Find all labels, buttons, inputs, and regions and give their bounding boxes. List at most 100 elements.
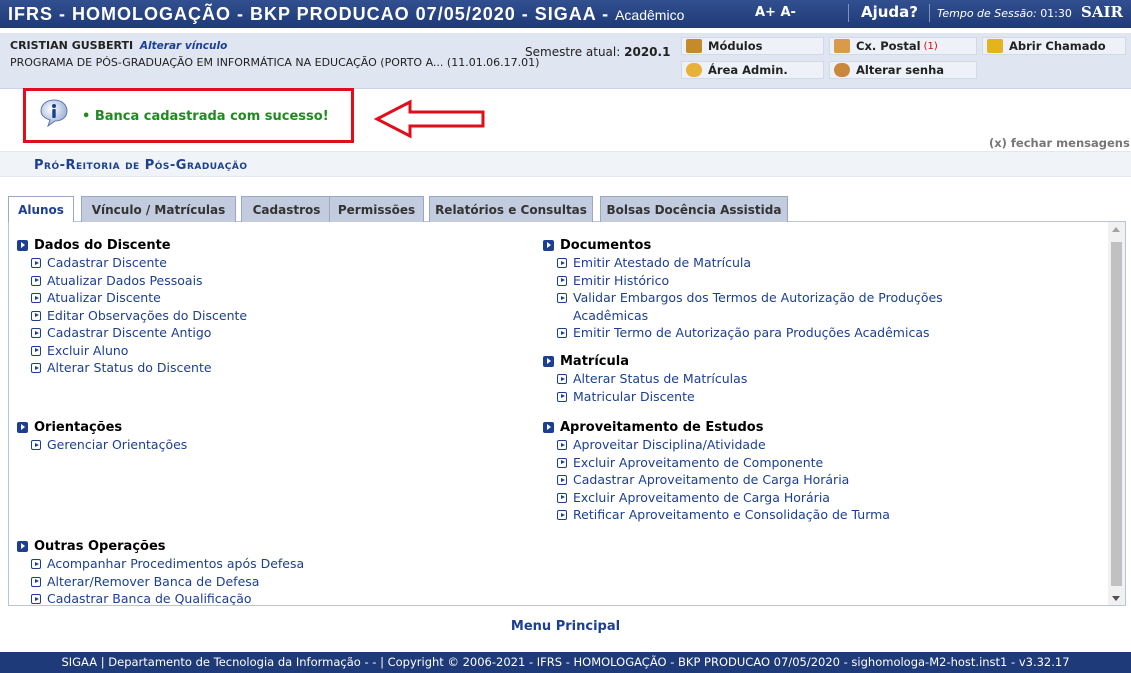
- scroll-down-arrow-icon[interactable]: [1112, 596, 1120, 601]
- menu-item-label: Retificar Aproveitamento e Consolidação …: [573, 507, 890, 522]
- group-aproveitamento-estudos: Aproveitamento de Estudos Aproveitar Dis…: [543, 418, 973, 524]
- arrow-icon: [31, 328, 41, 338]
- menu-item-label: Acompanhar Procedimentos após Defesa: [47, 556, 305, 571]
- session-time: 01:30: [1040, 7, 1072, 20]
- menu-item-label: Gerenciar Orientações: [47, 437, 188, 452]
- menu-item-emitir-historico[interactable]: Emitir Histórico: [543, 272, 973, 290]
- logout-button[interactable]: SAIR: [1081, 3, 1123, 21]
- menu-item-emitir-atestado[interactable]: Emitir Atestado de Matrícula: [543, 254, 973, 272]
- bullet-icon: [17, 540, 28, 552]
- group-orientacoes: Orientações Gerenciar Orientações: [17, 418, 517, 454]
- menu-item-editar-observacoes[interactable]: Editar Observações do Discente: [17, 307, 517, 325]
- menu-item-label: Cadastrar Discente: [47, 255, 167, 270]
- modules-button[interactable]: Módulos: [681, 37, 824, 55]
- menu-item-label: Excluir Aproveitamento de Componente: [573, 454, 824, 470]
- vertical-scrollbar[interactable]: [1108, 222, 1125, 605]
- menu-item-matricular-discente[interactable]: Matricular Discente: [543, 388, 973, 406]
- module-name: Acadêmico: [615, 7, 685, 23]
- semester-label: Semestre atual:: [525, 45, 621, 59]
- mailbox-icon: [834, 39, 850, 53]
- divider: [929, 4, 930, 22]
- menu-item-label: Cadastrar Banca de Qualificação: [47, 591, 252, 606]
- password-label: Alterar senha: [856, 63, 945, 77]
- menu-item-cadastrar-discente[interactable]: Cadastrar Discente: [17, 254, 517, 272]
- close-messages-link[interactable]: (x) fechar mensagens: [989, 136, 1130, 150]
- menu-item-validar-embargos[interactable]: Validar Embargos dos Termos de Autorizaç…: [543, 289, 973, 324]
- arrow-icon: [557, 440, 567, 450]
- postal-button[interactable]: Cx. Postal (1): [829, 37, 977, 55]
- arrow-icon: [557, 328, 567, 338]
- tab-permissoes[interactable]: Permissões: [329, 196, 424, 222]
- menu-item-retificar-aproveitamento[interactable]: Retificar Aproveitamento e Consolidação …: [543, 506, 973, 524]
- menu-item-excluir-aproveitamento-componente[interactable]: Excluir Aproveitamento de Componente: [543, 454, 973, 472]
- arrow-icon: [557, 510, 567, 520]
- section-title-bar: Pró-Reitoria de Pós-Graduação: [0, 151, 1131, 177]
- bullet-icon: [543, 355, 554, 367]
- footer: SIGAA | Departamento de Tecnologia da In…: [0, 652, 1131, 673]
- tab-relatorios-consultas[interactable]: Relatórios e Consultas: [429, 196, 593, 222]
- menu-item-aproveitar-disciplina[interactable]: Aproveitar Disciplina/Atividade: [543, 436, 973, 454]
- group-title-text: Documentos: [560, 237, 652, 253]
- tab-vinculo-matriculas[interactable]: Vínculo / Matrículas: [81, 196, 236, 222]
- arrow-icon: [557, 492, 567, 503]
- arrow-icon: [557, 293, 567, 303]
- arrow-icon: [557, 475, 567, 485]
- program-name: PROGRAMA DE PÓS-GRADUAÇÃO EM INFORMÁTICA…: [10, 56, 540, 69]
- menu-item-label: Emitir Termo de Autorização para Produçõ…: [573, 325, 930, 340]
- main-menu-link[interactable]: Menu Principal: [0, 619, 1131, 634]
- group-title: Matrícula: [543, 352, 973, 370]
- menu-item-excluir-aluno[interactable]: Excluir Aluno: [17, 342, 517, 360]
- pointer-arrow-icon: [374, 99, 485, 139]
- menu-item-label: Alterar/Remover Banca de Defesa: [47, 573, 260, 589]
- arrow-icon: [31, 363, 41, 373]
- semester-value: 2020.1: [624, 45, 671, 59]
- group-title: Documentos: [543, 236, 973, 254]
- menu-item-atualizar-dados-pessoais[interactable]: Atualizar Dados Pessoais: [17, 272, 517, 290]
- tab-alunos[interactable]: Alunos: [8, 196, 74, 223]
- group-title: Orientações: [17, 418, 517, 436]
- admin-area-button[interactable]: Área Admin.: [681, 61, 824, 79]
- font-size-controls[interactable]: A+ A-: [755, 5, 796, 20]
- ticket-label: Abrir Chamado: [1009, 39, 1106, 53]
- menu-item-alterar-status-matriculas[interactable]: Alterar Status de Matrículas: [543, 370, 973, 388]
- box-icon: [686, 39, 702, 53]
- postal-label: Cx. Postal: [856, 39, 921, 53]
- success-message-box: • Banca cadastrada com sucesso!: [23, 88, 354, 143]
- arrow-icon: [31, 594, 41, 604]
- menu-item-acompanhar-procedimentos[interactable]: Acompanhar Procedimentos após Defesa: [17, 555, 517, 573]
- group-title-text: Matrícula: [560, 353, 629, 369]
- menu-item-label: Atualizar Dados Pessoais: [47, 272, 203, 288]
- menu-item-label: Emitir Atestado de Matrícula: [573, 255, 752, 270]
- change-password-button[interactable]: Alterar senha: [829, 61, 977, 79]
- menu-item-excluir-aproveitamento-carga[interactable]: Excluir Aproveitamento de Carga Horária: [543, 489, 973, 507]
- arrow-icon: [557, 258, 567, 268]
- menu-item-emitir-termo-autorizacao[interactable]: Emitir Termo de Autorização para Produçõ…: [543, 324, 973, 342]
- scrollbar-thumb[interactable]: [1111, 242, 1122, 586]
- menu-item-gerenciar-orientacoes[interactable]: Gerenciar Orientações: [17, 436, 517, 454]
- arrow-icon: [31, 440, 41, 450]
- group-documentos: Documentos Emitir Atestado de Matrícula …: [543, 236, 973, 342]
- tab-cadastros[interactable]: Cadastros: [241, 196, 332, 222]
- arrow-icon: [31, 258, 41, 268]
- help-link[interactable]: Ajuda?: [861, 3, 918, 21]
- menu-item-alterar-status-discente[interactable]: Alterar Status do Discente: [17, 359, 517, 377]
- menu-item-alterar-remover-banca[interactable]: Alterar/Remover Banca de Defesa: [17, 573, 517, 591]
- postal-count: (1): [923, 40, 938, 52]
- menu-item-label: Alterar Status de Matrículas: [573, 371, 748, 386]
- tab-bolsas-docencia[interactable]: Bolsas Docência Assistida: [600, 196, 788, 222]
- change-link-link[interactable]: Alterar vínculo: [140, 40, 227, 52]
- menu-item-cadastrar-aproveitamento-carga[interactable]: Cadastrar Aproveitamento de Carga Horári…: [543, 471, 973, 489]
- session-timer: Tempo de Sessão: 01:30: [937, 7, 1072, 20]
- user-info-bar: CRISTIAN GUSBERTI Alterar vínculo PROGRA…: [0, 33, 1131, 89]
- menu-item-atualizar-discente[interactable]: Atualizar Discente: [17, 289, 517, 307]
- user-lock-icon: [834, 63, 850, 77]
- menu-item-label: Cadastrar Aproveitamento de Carga Horári…: [573, 472, 850, 487]
- open-ticket-button[interactable]: Abrir Chamado: [982, 37, 1126, 55]
- admin-label: Área Admin.: [708, 63, 788, 77]
- scroll-up-arrow-icon[interactable]: [1112, 227, 1120, 232]
- group-title-text: Aproveitamento de Estudos: [560, 419, 764, 435]
- user-name-row: CRISTIAN GUSBERTI Alterar vínculo: [10, 39, 227, 52]
- menu-item-label: Cadastrar Discente Antigo: [47, 325, 212, 340]
- menu-item-cadastrar-banca-qualificacao[interactable]: Cadastrar Banca de Qualificação: [17, 590, 517, 606]
- menu-item-cadastrar-discente-antigo[interactable]: Cadastrar Discente Antigo: [17, 324, 517, 342]
